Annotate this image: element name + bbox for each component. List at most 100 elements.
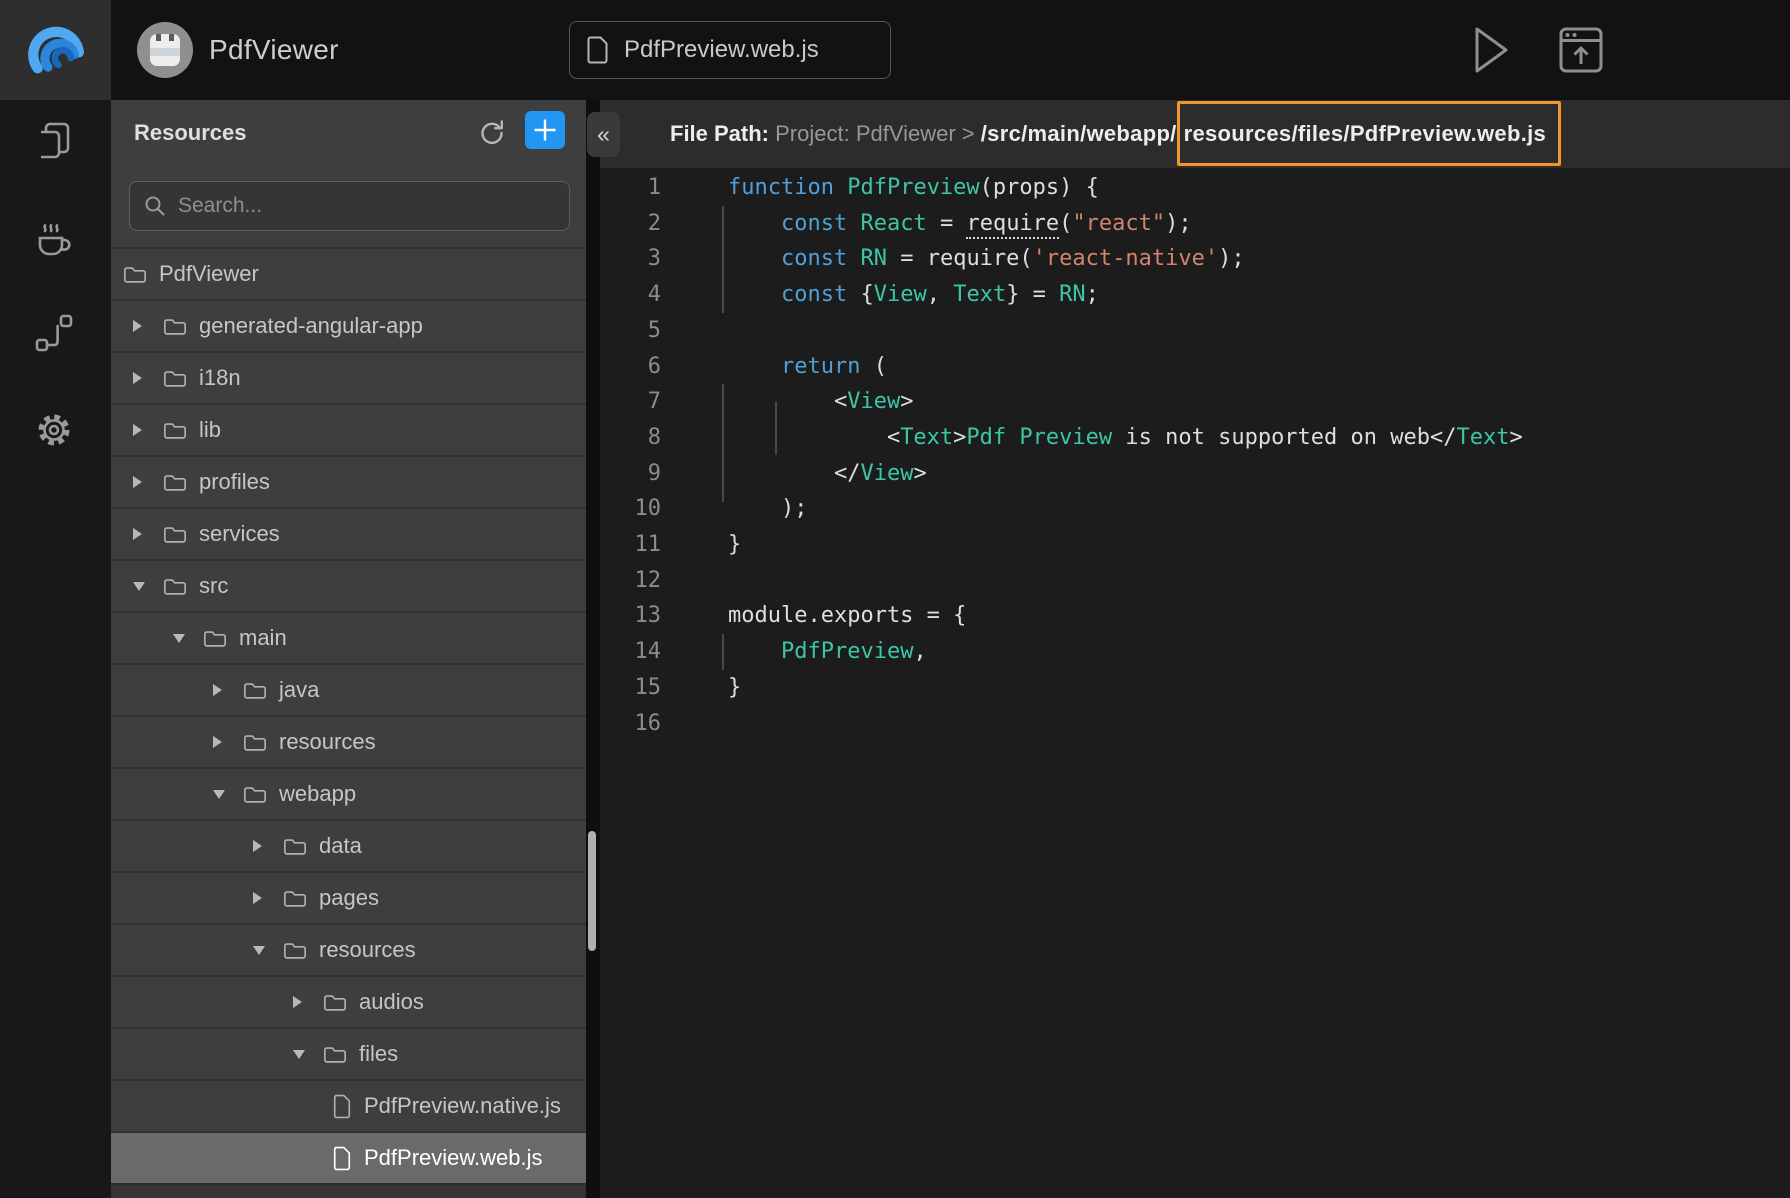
chevron-right-icon[interactable] xyxy=(252,839,283,853)
coffee-icon[interactable] xyxy=(33,216,75,258)
code-line: 7 <View> xyxy=(600,384,1790,420)
chevron-right-icon[interactable] xyxy=(212,735,243,749)
tree-item-lib[interactable]: lib xyxy=(111,403,586,455)
folder-icon xyxy=(203,628,227,649)
code-line: 9 </View> xyxy=(600,456,1790,492)
chevron-down-icon[interactable] xyxy=(292,1049,323,1060)
chevron-down-icon[interactable] xyxy=(252,945,283,956)
code-text: } xyxy=(728,527,741,563)
tree-item-label: i18n xyxy=(199,365,241,391)
gear-icon[interactable] xyxy=(33,409,75,451)
code-line: 16 xyxy=(600,706,1790,742)
documents-icon[interactable] xyxy=(33,121,75,163)
chevron-right-icon[interactable] xyxy=(132,475,163,489)
file-icon xyxy=(332,1146,352,1171)
code-text: <View> xyxy=(728,384,913,420)
indent-guide xyxy=(722,384,724,502)
tree-item-generated-angular-app[interactable]: generated-angular-app xyxy=(111,299,586,351)
tree-item-services[interactable]: services xyxy=(111,507,586,559)
refresh-button[interactable] xyxy=(477,118,507,148)
tree-item-java[interactable]: java xyxy=(111,663,586,715)
folder-icon xyxy=(163,316,187,337)
code-line: 6 return ( xyxy=(600,349,1790,385)
tree-item-label: resources xyxy=(279,729,376,755)
tree-scrollbar[interactable] xyxy=(588,831,596,951)
code-line: 3 const RN = require('react-native'); xyxy=(600,241,1790,277)
tree-item-pdfpreview-native-js[interactable]: PdfPreview.native.js xyxy=(111,1079,586,1131)
line-number: 5 xyxy=(600,313,661,349)
tree-item-resources[interactable]: resources xyxy=(111,715,586,767)
folder-icon xyxy=(123,264,147,285)
publish-button[interactable] xyxy=(1556,0,1606,100)
file-path-bar: File Path: Project: PdfViewer > /src/mai… xyxy=(600,100,1790,168)
tree-item-i18n[interactable]: i18n xyxy=(111,351,586,403)
code-text: PdfPreview, xyxy=(728,634,927,670)
indent-guide xyxy=(775,402,777,455)
chevron-down-icon[interactable] xyxy=(132,581,163,592)
code-line: 12 xyxy=(600,563,1790,599)
code-line: 14 PdfPreview, xyxy=(600,634,1790,670)
line-number: 9 xyxy=(600,456,661,492)
folder-icon xyxy=(283,836,307,857)
tree-item-webapp[interactable]: webapp xyxy=(111,767,586,819)
search-input[interactable] xyxy=(178,194,548,218)
code-text: <Text>Pdf Preview is not supported on we… xyxy=(728,420,1523,456)
tree-item-label: profiles xyxy=(199,469,270,495)
tree-item-label: data xyxy=(319,833,362,859)
tree-item-resources[interactable]: resources xyxy=(111,923,586,975)
collapse-sidebar-button[interactable]: « xyxy=(587,112,620,157)
folder-icon xyxy=(163,420,187,441)
chevron-right-icon[interactable] xyxy=(292,995,323,1009)
chevron-right-icon[interactable] xyxy=(252,891,283,905)
folder-icon xyxy=(163,472,187,493)
panel-title: Resources xyxy=(134,100,247,166)
code-lines: 1function PdfPreview(props) {2 const Rea… xyxy=(600,170,1790,741)
code-text: module.exports = { xyxy=(728,598,966,634)
top-bar: PdfViewer PdfPreview.web.js xyxy=(0,0,1790,100)
app-logo xyxy=(24,18,88,82)
file-path-base: /src/main/webapp/ xyxy=(981,121,1177,146)
code-editor[interactable]: 1function PdfPreview(props) {2 const Rea… xyxy=(600,168,1790,1198)
tree-item-label: lib xyxy=(199,417,221,443)
line-number: 16 xyxy=(600,706,661,742)
tree-item-pages[interactable]: pages xyxy=(111,871,586,923)
tree-item-pdfviewer[interactable]: PdfViewer xyxy=(111,247,586,299)
tree-item-pdfpreview-web-js[interactable]: PdfPreview.web.js xyxy=(111,1131,586,1183)
add-resource-button[interactable] xyxy=(525,111,565,149)
file-icon xyxy=(587,36,609,64)
tree-item-data[interactable]: data xyxy=(111,819,586,871)
code-text: const {View, Text} = RN; xyxy=(728,277,1099,313)
tree-item-label: files xyxy=(359,1041,398,1067)
tree-item-label: webapp xyxy=(279,781,356,807)
line-number: 15 xyxy=(600,670,661,706)
folder-icon xyxy=(243,680,267,701)
chevron-right-icon[interactable] xyxy=(132,423,163,437)
tab-label: PdfPreview.web.js xyxy=(624,36,819,64)
line-number: 11 xyxy=(600,527,661,563)
window-upload-icon xyxy=(1559,27,1603,73)
tree-item-audios[interactable]: audios xyxy=(111,975,586,1027)
run-button[interactable] xyxy=(1470,0,1514,100)
chevron-right-icon[interactable] xyxy=(132,527,163,541)
tree-item-main[interactable]: main xyxy=(111,611,586,663)
app-logo-tile[interactable] xyxy=(0,0,111,100)
search-box xyxy=(129,181,570,231)
tree-item-label: generated-angular-app xyxy=(199,313,423,339)
chevron-right-icon[interactable] xyxy=(212,683,243,697)
app-window: PdfViewer PdfPreview.web.js xyxy=(0,0,1790,1198)
pipeline-icon[interactable] xyxy=(33,312,75,354)
chevron-right-icon[interactable] xyxy=(132,371,163,385)
left-icon-rail xyxy=(0,100,111,1198)
tree-item-files[interactable]: files xyxy=(111,1027,586,1079)
open-file-tab[interactable]: PdfPreview.web.js xyxy=(569,21,891,79)
tree-item-profiles[interactable]: profiles xyxy=(111,455,586,507)
chevron-down-icon[interactable] xyxy=(212,789,243,800)
chevron-down-icon[interactable] xyxy=(172,633,203,644)
folder-icon xyxy=(163,368,187,389)
code-line: 5 xyxy=(600,313,1790,349)
line-number: 2 xyxy=(600,206,661,242)
tree-item-label: resources xyxy=(319,937,416,963)
line-number: 12 xyxy=(600,563,661,599)
tree-item-src[interactable]: src xyxy=(111,559,586,611)
chevron-right-icon[interactable] xyxy=(132,319,163,333)
